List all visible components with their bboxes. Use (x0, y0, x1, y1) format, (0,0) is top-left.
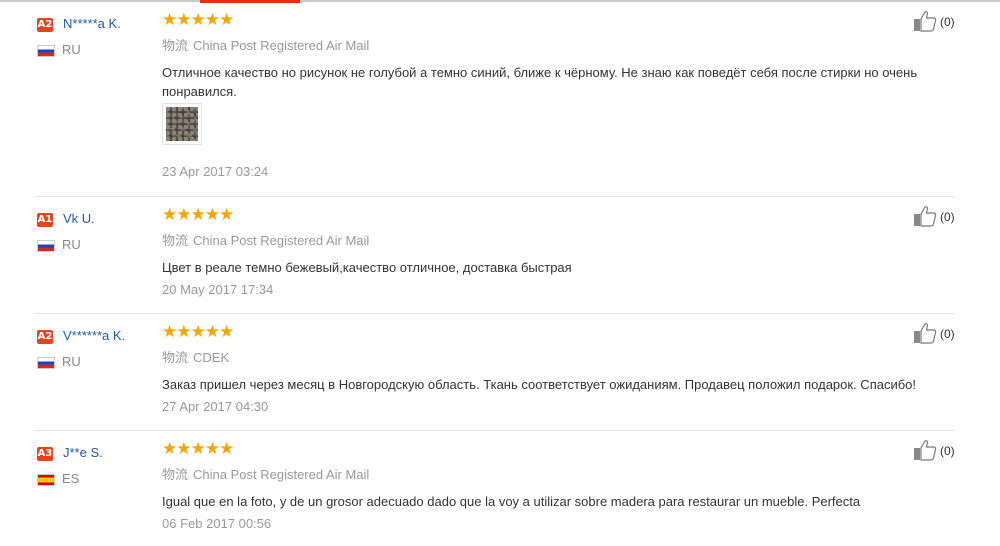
star-icon: ★ (219, 322, 235, 342)
russia-flag-icon (37, 45, 55, 57)
spain-flag-icon (37, 474, 55, 486)
star-icon: ★ (176, 439, 192, 459)
review-date: 27 Apr 2017 04:30 (162, 399, 269, 414)
star-icon: ★ (162, 10, 178, 30)
star-icon: ★ (176, 205, 192, 225)
star-icon: ★ (176, 322, 192, 342)
reviewer-name[interactable]: V******a K. (63, 328, 125, 343)
shipping-value: China Post Registered Air Mail (193, 233, 370, 248)
review-item: A2 N*****a K. RU ★★★★★ 物流 China Post Regi… (35, 11, 955, 197)
fabric-photo (166, 107, 198, 141)
shipping-label: 物流 (162, 233, 189, 248)
star-icon: ★ (219, 439, 235, 459)
reviewer-country: RU (62, 42, 81, 57)
star-rating: ★★★★★ (162, 322, 235, 342)
review-date: 20 May 2017 17:34 (162, 282, 274, 297)
shipping-method: 物流 China Post Registered Air Mail (162, 35, 369, 54)
star-icon: ★ (219, 205, 235, 225)
top-border (0, 0, 1000, 2)
buyer-level-badge: A1 (37, 213, 53, 227)
shipping-method: 物流 CDEK (162, 347, 229, 366)
review-text: Заказ пришел через месяц в Новгородскую … (162, 377, 917, 392)
reviewer-name[interactable]: N*****a K. (63, 16, 121, 31)
russia-flag-icon (37, 240, 55, 252)
reviewer-name[interactable]: J**e S. (63, 445, 103, 460)
shipping-value: China Post Registered Air Mail (193, 38, 370, 53)
star-icon: ★ (162, 322, 178, 342)
thumbs-up-icon[interactable] (913, 322, 937, 344)
like-count: (0) (940, 444, 955, 458)
reviewer-country: RU (62, 237, 81, 252)
star-icon: ★ (219, 10, 235, 30)
review-date: 23 Apr 2017 03:24 (162, 164, 269, 179)
active-tab-indicator (200, 0, 300, 3)
star-icon: ★ (204, 322, 220, 342)
review-date: 06 Feb 2017 00:56 (162, 516, 272, 531)
shipping-label: 物流 (162, 38, 189, 53)
review-text: Цвет в реале темно бежевый,качество отли… (162, 260, 572, 275)
thumbs-up-icon[interactable] (913, 205, 937, 227)
shipping-label: 物流 (162, 467, 189, 482)
star-icon: ★ (204, 10, 220, 30)
like-count: (0) (940, 327, 955, 341)
like-count: (0) (940, 210, 955, 224)
shipping-method: 物流 China Post Registered Air Mail (162, 230, 369, 249)
shipping-label: 物流 (162, 350, 189, 365)
star-rating: ★★★★★ (162, 205, 235, 225)
review-text: Igual que en la foto, y de un grosor ade… (162, 494, 861, 509)
star-icon: ★ (204, 205, 220, 225)
reviewer-country: RU (62, 354, 81, 369)
star-icon: ★ (190, 322, 206, 342)
buyer-level-badge: A2 (37, 330, 53, 344)
shipping-value: CDEK (193, 350, 230, 365)
russia-flag-icon (37, 357, 55, 369)
star-icon: ★ (190, 439, 206, 459)
star-rating: ★★★★★ (162, 10, 235, 30)
star-icon: ★ (176, 10, 192, 30)
review-item: A2 V******a K. RU ★★★★★ 物流 CDEK Заказ при… (35, 323, 955, 431)
star-icon: ★ (204, 439, 220, 459)
star-rating: ★★★★★ (162, 439, 235, 459)
buyer-level-badge: A3 (37, 447, 53, 461)
thumbs-up-icon[interactable] (913, 439, 937, 461)
buyer-level-badge: A2 (37, 18, 53, 32)
review-photo-thumbnail[interactable] (162, 103, 202, 145)
review-text: Отличное качество но рисунок не голубой … (162, 65, 918, 99)
review-item: A3 J**e S. ES ★★★★★ 物流 China Post Registe… (35, 440, 955, 546)
thumbs-up-icon[interactable] (913, 10, 937, 32)
review-item: A1 Vk U. RU ★★★★★ 物流 China Post Registere… (35, 206, 955, 314)
like-count: (0) (940, 15, 955, 29)
reviewer-name[interactable]: Vk U. (63, 211, 95, 226)
shipping-method: 物流 China Post Registered Air Mail (162, 464, 369, 483)
reviewer-country: ES (62, 471, 80, 486)
shipping-value: China Post Registered Air Mail (193, 467, 370, 482)
star-icon: ★ (190, 205, 206, 225)
star-icon: ★ (190, 10, 206, 30)
star-icon: ★ (162, 439, 178, 459)
star-icon: ★ (162, 205, 178, 225)
